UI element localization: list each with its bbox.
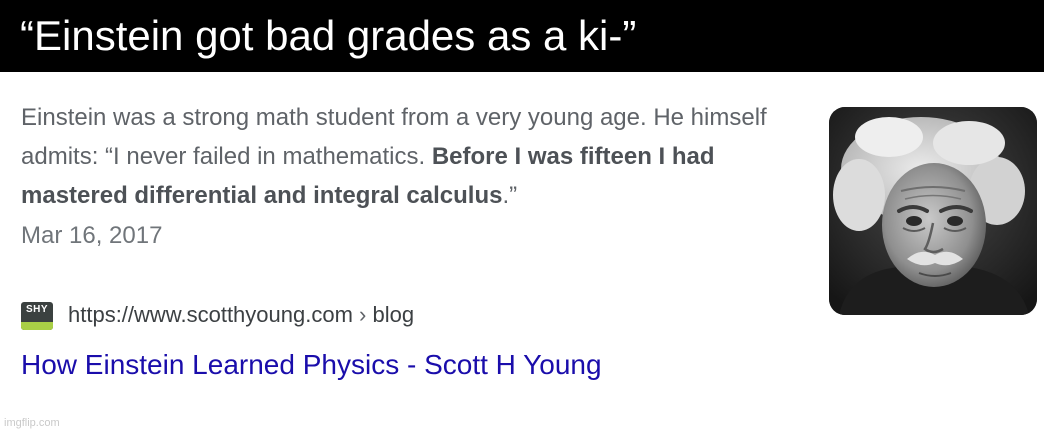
einstein-thumbnail[interactable] — [829, 107, 1037, 315]
favicon-stripe — [21, 322, 53, 330]
result-url[interactable]: https://www.scotthyoung.com › blog — [68, 300, 414, 330]
imgflip-watermark: imgflip.com — [4, 417, 60, 429]
meme-caption-bar: “Einstein got bad grades as a ki-” — [0, 0, 1044, 72]
site-favicon-icon[interactable]: SHY — [21, 302, 53, 330]
snippet-text-end: .” — [502, 182, 518, 209]
meme-caption-text: “Einstein got bad grades as a ki-” — [20, 12, 637, 59]
einstein-portrait-image — [829, 107, 1037, 315]
result-title-link[interactable]: How Einstein Learned Physics - Scott H Y… — [21, 346, 602, 384]
favicon-label: SHY — [25, 304, 49, 315]
snippet-date: Mar 16, 2017 — [21, 222, 163, 249]
result-url-path: blog — [372, 302, 415, 327]
breadcrumb-separator: › — [359, 302, 367, 327]
featured-snippet-text: Einstein was a strong math student from … — [21, 98, 811, 215]
result-url-domain: https://www.scotthyoung.com — [68, 302, 353, 327]
